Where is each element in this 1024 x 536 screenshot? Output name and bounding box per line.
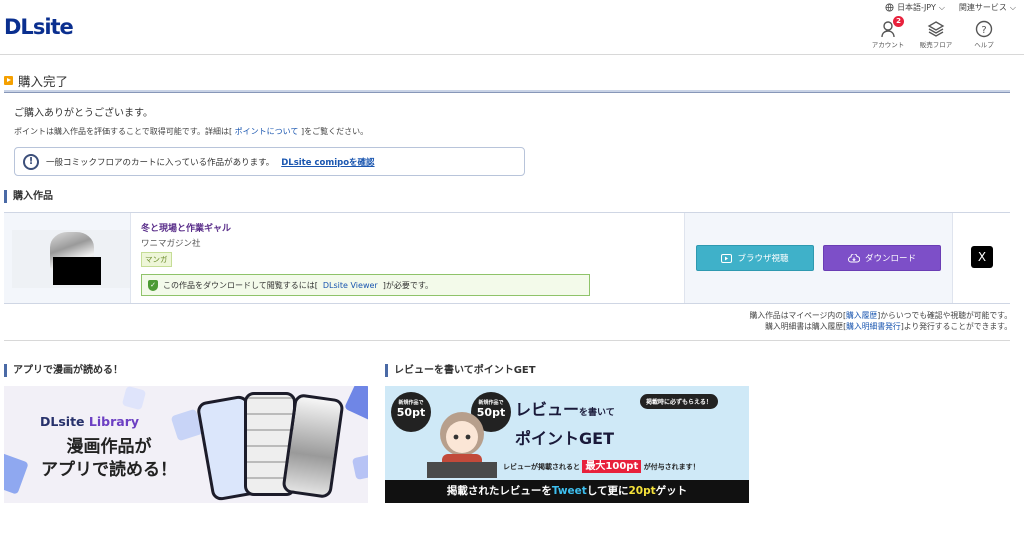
product-circle[interactable]: ワニマガジン社 [141,237,201,249]
comipo-link[interactable]: DLsite comipoを確認 [281,156,374,168]
chevron-down-icon: ⌵ [1009,2,1016,12]
svg-text:?: ? [981,25,986,36]
tweet-bonus-bar: 掲載されたレビューをTweetして更に20ptゲット [385,480,749,503]
review-headline-1: レビュー [515,400,580,419]
app-banner-line-2: アプリで読める！ [41,460,177,480]
top-bar: 日本語-JPY ⌵ 関連サービス ⌵ [885,2,1016,13]
download-button[interactable]: ダウンロード [823,245,941,271]
download-label: ダウンロード [864,254,916,264]
tweet-bonus-c: ゲット [655,485,688,497]
app-banner-line-1: 漫画作品が [66,437,152,457]
decor-tile [121,386,147,411]
related-services-menu[interactable]: 関連サービス ⌵ [959,2,1016,13]
help-icon: ? [975,20,993,38]
play-icon [721,253,733,263]
layers-icon [927,21,945,37]
point-info-link[interactable]: ポイントについて [235,127,299,136]
purchase-history-link[interactable]: 購入履歴 [846,311,877,320]
history-line-1: 購入作品はマイページ内の[購入履歴]からいつでも確認や視聴が可能です。 [750,310,1012,321]
purchased-product-row: 冬と現場と作業ギャル ワニマガジン社 マンガ ✓ この作品をダウンロードして閲覧… [4,212,1010,304]
cloud-download-icon [848,253,860,262]
browser-view-button[interactable]: ブラウザ視聴 [696,245,814,271]
tweet-bonus-b: して更に [586,485,629,497]
cart-notice-text: 一般コミックフロアのカートに入っている作品があります。 [46,157,275,168]
history-line-2-suffix: ]より発行することができます。 [900,322,1012,331]
decor-tile [351,453,368,481]
notification-badge: 2 [893,16,904,27]
review-headline-1-small: を書いて [579,408,615,418]
title-divider [4,90,1010,93]
review-subtext: レビューが掲載されると 最大100pt が付与されます！ [503,457,700,473]
viewer-notice-prefix: この作品をダウンロードして閲覧するには[ [163,280,318,290]
exclamation-icon: ! [23,153,39,170]
account-button[interactable]: 2 アカウント [870,16,906,49]
share-cell: X [952,213,1010,303]
review-sub-max: 最大100pt [582,460,642,473]
reviewer-character [427,412,497,478]
section-divider [4,340,1010,341]
language-label: 日本語-JPY [897,3,936,12]
review-headline: レビューを書いて ポイントGET [515,397,615,451]
title-arrow-icon [4,76,13,85]
floor-button[interactable]: 販売フロア [918,20,954,49]
account-label: アカウント [871,41,905,49]
app-banner-title: アプリで漫画が読める！ [4,364,123,377]
floor-label: 販売フロア [919,41,953,49]
library-logo-library: Library [88,414,140,429]
page-title: 購入完了 [4,71,68,90]
review-sub-prefix: レビューが掲載されると [503,463,580,471]
review-headline-2: ポイントGET [515,429,614,448]
invoice-issue-link[interactable]: 購入明細書発行 [846,322,901,331]
history-line-1-prefix: 購入作品はマイページ内の[ [749,311,846,320]
library-logo: DLsite Library [40,414,139,429]
tweet-bonus-a: 掲載されたレビューを [446,485,552,497]
tweet-bonus-pt: 20pt [628,485,656,497]
thanks-message: ご購入ありがとうございます。 [14,108,153,119]
help-label: ヘルプ [974,41,994,49]
app-banner-text: 漫画作品が アプリで読める！ [34,436,184,482]
help-button[interactable]: ? ヘルプ [966,20,1002,49]
page-title-text: 購入完了 [18,74,69,89]
x-share-icon[interactable]: X [971,246,993,268]
related-services-label: 関連サービス [958,3,1007,12]
censor-block [53,257,101,285]
product-info: 冬と現場と作業ギャル ワニマガジン社 マンガ ✓ この作品をダウンロードして閲覧… [130,213,685,303]
dlsite-logo[interactable]: DLsite [4,15,74,39]
history-line-2: 購入明細書は購入履歴[購入明細書発行]より発行することができます。 [750,321,1012,332]
point-note-suffix: ]をご覧ください。 [300,127,369,136]
cart-notice: ! 一般コミックフロアのカートに入っている作品があります。 DLsite com… [14,147,525,176]
decor-tile [4,451,29,495]
tweet-bonus-tweet: Tweet [551,485,587,497]
review-banner-title: レビューを書いてポイントGET [385,364,536,377]
purchased-section-title: 購入作品 [4,190,53,203]
dlsite-viewer-link[interactable]: DLsite Viewer [323,281,378,290]
dlsite-library-banner[interactable]: DLsite Library 漫画作品が アプリで読める！ [4,386,368,503]
viewer-notice-suffix: ]が必要です。 [382,280,434,290]
purchase-history-note: 購入作品はマイページ内の[購入履歴]からいつでも確認や視聴が可能です。 購入明細… [750,310,1012,332]
library-logo-dlsite: DLsite [40,414,85,429]
site-header: DLsite 日本語-JPY ⌵ 関連サービス ⌵ 2 アカウント 販売フロア … [0,0,1024,55]
language-selector[interactable]: 日本語-JPY ⌵ [885,2,945,13]
decor-tile [344,386,368,421]
header-icon-nav: 2 アカウント 販売フロア ? ヘルプ [870,16,1002,49]
browser-view-label: ブラウザ視聴 [737,254,789,264]
point-note: ポイントは購入作品を評価することで取得可能です。詳細は[ ポイントについて ]を… [14,126,368,137]
shield-check-icon: ✓ [148,279,158,291]
point-note-prefix: ポイントは購入作品を評価することで取得可能です。詳細は[ [14,127,233,136]
product-title[interactable]: 冬と現場と作業ギャル [141,221,231,234]
review-sub-suffix: が付与されます！ [643,463,700,471]
history-line-1-suffix: ]からいつでも確認や視聴が可能です。 [877,311,1012,320]
guaranteed-tag: 掲載時に必ずもらえる！ [640,394,718,409]
chevron-down-icon: ⌵ [938,2,945,12]
genre-tag: マンガ [141,252,172,267]
review-point-banner[interactable]: 新規作品で 50pt 新規作品で 50pt 掲載時に必ずもらえる！ レビューを書いて… [385,386,749,503]
product-thumbnail[interactable] [12,230,130,288]
globe-icon [885,3,894,12]
history-line-2-prefix: 購入明細書は購入履歴[ [765,322,847,331]
viewer-notice: ✓ この作品をダウンロードして閲覧するには[ DLsite Viewer ]が必… [141,274,590,296]
